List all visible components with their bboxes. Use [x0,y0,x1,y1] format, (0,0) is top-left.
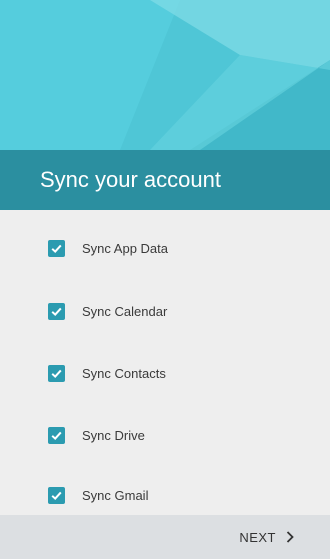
next-button[interactable]: NEXT [237,526,296,549]
title-bar: Sync your account [0,150,330,210]
checkbox-checked-icon[interactable] [48,486,65,504]
sync-item-app-data[interactable]: Sync App Data [0,228,330,268]
sync-item-label: Sync Gmail [82,487,149,503]
next-button-label: NEXT [239,529,276,545]
abstract-background-graphic [0,0,330,150]
header-illustration [0,0,330,150]
sync-item-label: Sync Drive [82,427,145,443]
sync-item-label: Sync Calendar [82,303,168,319]
sync-item-contacts[interactable]: Sync Contacts [0,353,330,393]
sync-item-label: Sync App Data [82,240,168,256]
sync-item-calendar[interactable]: Sync Calendar [0,291,330,331]
bottom-navigation-bar: NEXT [0,515,330,559]
checkbox-checked-icon[interactable] [48,364,65,382]
sync-item-gmail[interactable]: Sync Gmail [0,475,330,515]
page-title: Sync your account [40,167,221,192]
sync-item-label: Sync Contacts [82,365,166,381]
chevron-right-icon [286,531,294,543]
sync-item-drive[interactable]: Sync Drive [0,415,330,455]
checkbox-checked-icon[interactable] [48,426,65,444]
checkbox-checked-icon[interactable] [48,239,65,257]
sync-options-list: Sync App Data Sync Calendar Sync Contact… [0,210,330,515]
checkbox-checked-icon[interactable] [48,302,65,320]
